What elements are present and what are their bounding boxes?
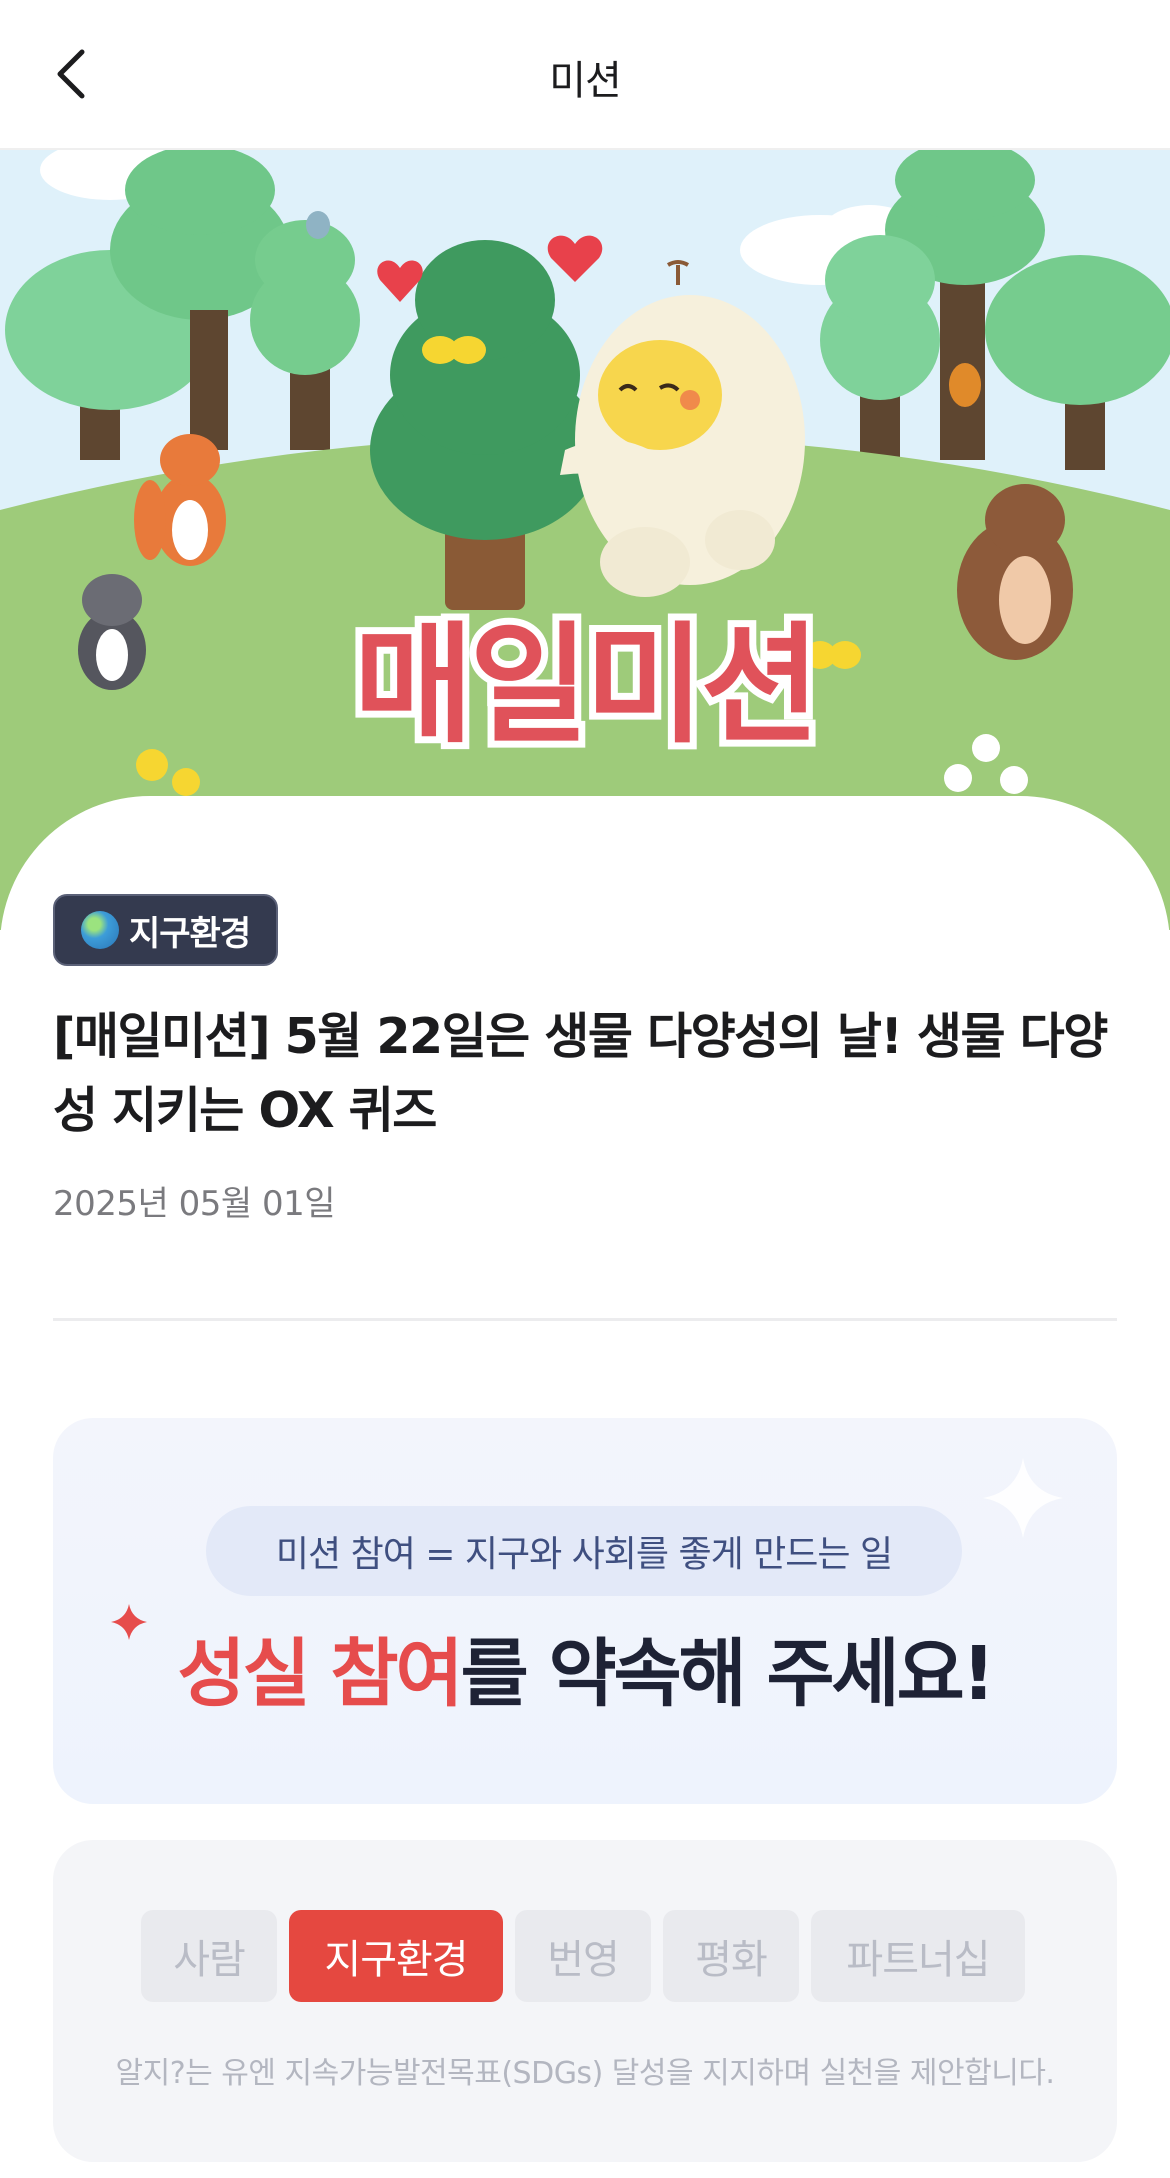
- pledge-banner: 미션 참여 = 지구와 사회를 좋게 만드는 일 성실 참여를 약속해 주세요!: [53, 1418, 1117, 1804]
- mission-title: [매일미션] 5월 22일은 생물 다양성의 날! 생물 다양성 지키는 OX …: [53, 1008, 1108, 1139]
- tab-prosperity[interactable]: 번영: [515, 1910, 651, 2002]
- category-chip-label: 지구환경: [129, 913, 251, 954]
- tab-peace[interactable]: 평화: [663, 1910, 799, 2002]
- page-title: 미션: [549, 58, 622, 104]
- banner-text: 매일미션: [354, 609, 816, 761]
- pledge-headline: 성실 참여를 약속해 주세요!: [53, 1614, 1117, 1721]
- tab-planet[interactable]: 지구환경: [289, 1910, 503, 2002]
- tab-partnership[interactable]: 파트너십: [811, 1910, 1025, 2002]
- pledge-pill: 미션 참여 = 지구와 사회를 좋게 만드는 일: [206, 1506, 962, 1596]
- sdg-note: 알지?는 유엔 지속가능발전목표(SDGs) 달성을 지지하며 실천을 제안합니…: [115, 2056, 1055, 2091]
- pledge-rest: 를 약속해 주세요!: [460, 1631, 996, 1717]
- sparkle-icon: [983, 1458, 1063, 1538]
- tab-people[interactable]: 사람: [141, 1910, 277, 2002]
- divider: [53, 1318, 1117, 1321]
- category-tabs: 사람 지구환경 번영 평화 파트너십: [141, 1910, 1025, 2002]
- pledge-highlight: 성실 참여: [177, 1631, 464, 1717]
- globe-icon: [81, 911, 119, 949]
- mission-content: 지구환경 [매일미션] 5월 22일은 생물 다양성의 날! 생물 다양성 지키…: [0, 796, 1170, 2178]
- category-chip: 지구환경: [53, 894, 279, 966]
- sdg-category-box: 사람 지구환경 번영 평화 파트너십 알지?는 유엔 지속가능발전목표(SDGs…: [53, 1840, 1117, 2162]
- mission-date: 2025년 05월 01일: [53, 1184, 336, 1224]
- top-app-bar: 미션: [0, 0, 1170, 150]
